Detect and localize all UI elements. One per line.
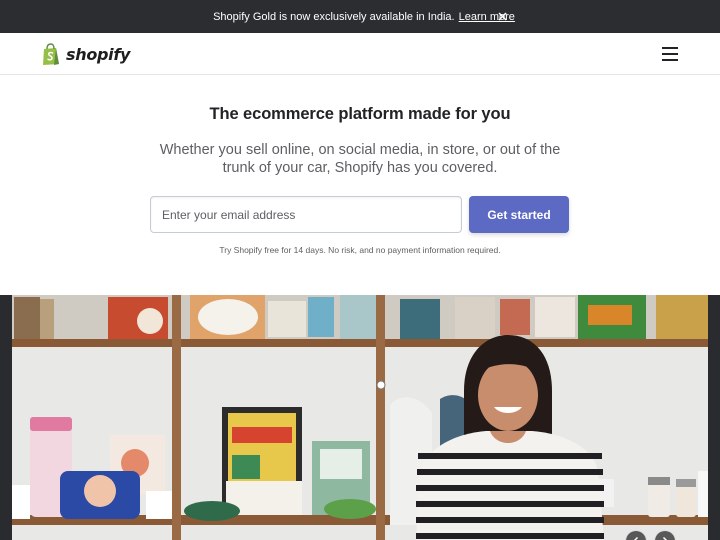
shopify-logo[interactable]: shopify [41, 41, 130, 67]
trial-fine-print: Try Shopify free for 14 days. No risk, a… [219, 245, 501, 255]
announcement-message: Shopify Gold is now exclusively availabl… [213, 10, 455, 23]
logo-wordmark: shopify [66, 44, 131, 64]
hamburger-menu-icon[interactable] [662, 47, 678, 61]
hero-photo [0, 295, 720, 540]
shopping-bag-icon [43, 42, 59, 65]
get-started-button[interactable]: Get started [469, 196, 569, 233]
announcement-bar: Shopify Gold is now exclusively availabl… [0, 0, 720, 33]
hero-title: The ecommerce platform made for you [209, 105, 511, 123]
close-icon[interactable] [496, 10, 509, 23]
email-input[interactable] [150, 196, 462, 233]
top-navigation: shopify [0, 33, 720, 75]
hero-subtitle: Whether you sell online, on social media… [159, 142, 561, 176]
